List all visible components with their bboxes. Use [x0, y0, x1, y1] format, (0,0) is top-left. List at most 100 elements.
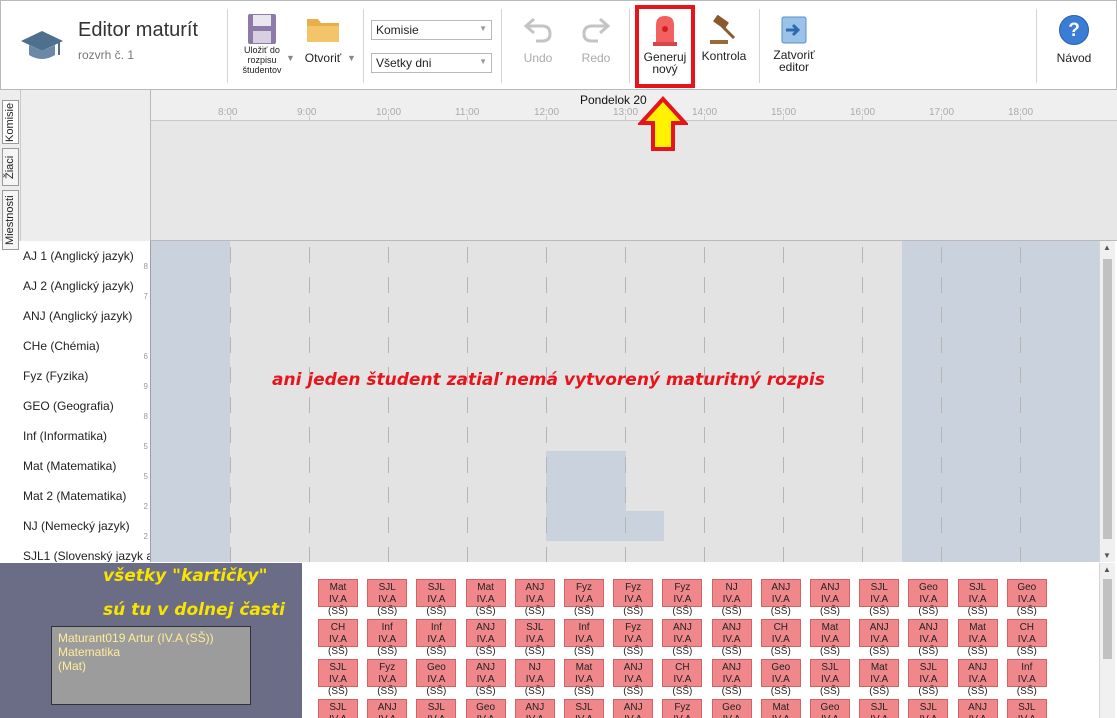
- commission-row[interactable]: Inf (Informatika) 5: [21, 421, 1099, 451]
- exam-card[interactable]: SJLIV.A (SŠ): [810, 659, 850, 697]
- scroll-down-icon[interactable]: ▼: [1103, 551, 1111, 560]
- exam-card[interactable]: ANJIV.A (SŠ): [514, 579, 555, 617]
- commission-row[interactable]: CHe (Chémia) 6: [21, 331, 1099, 361]
- exam-card[interactable]: GeoIV.A (SŠ): [1006, 579, 1047, 617]
- exam-card[interactable]: NJ IV.A (SŠ): [711, 579, 752, 617]
- exam-card[interactable]: CH IV.A (SŠ): [662, 659, 703, 697]
- tab-miestnosti[interactable]: Miestnosti: [2, 190, 19, 250]
- exam-card[interactable]: ANJIV.A (SŠ): [908, 619, 949, 657]
- exam-card[interactable]: MatIV.A (SŠ): [465, 579, 506, 617]
- exam-card[interactable]: ANJIV.A (SŠ): [711, 619, 752, 657]
- time-slots[interactable]: [151, 451, 1099, 481]
- days-select[interactable]: Všetky dni ▼: [371, 53, 492, 73]
- exam-card[interactable]: FyzIV.A (SŠ): [662, 699, 703, 718]
- commission-select[interactable]: Komisie ▼: [371, 20, 492, 40]
- exam-card[interactable]: FyzIV.A (SŠ): [662, 579, 703, 617]
- exam-card[interactable]: SJLIV.A (SŠ): [416, 699, 457, 718]
- cards-scroll-thumb[interactable]: [1103, 579, 1112, 659]
- exam-card[interactable]: Inf IV.A (SŠ): [367, 619, 408, 657]
- exam-card[interactable]: FyzIV.A (SŠ): [613, 579, 654, 617]
- exam-card[interactable]: ANJIV.A (SŠ): [514, 699, 555, 718]
- exam-card[interactable]: SJLIV.A (SŠ): [859, 699, 900, 718]
- exam-card[interactable]: SJLIV.A (SŠ): [416, 579, 457, 617]
- exam-card[interactable]: MatIV.A (SŠ): [564, 659, 604, 697]
- exam-card[interactable]: ANJIV.A (SŠ): [367, 699, 408, 718]
- time-slots[interactable]: [151, 271, 1099, 301]
- exam-card[interactable]: MatIV.A (SŠ): [318, 579, 358, 617]
- time-slots[interactable]: [151, 481, 1099, 511]
- exam-card[interactable]: GeoIV.A (SŠ): [810, 699, 850, 718]
- exam-card[interactable]: GeoIV.A (SŠ): [908, 579, 949, 617]
- open-dropdown-caret[interactable]: ▼: [347, 53, 356, 63]
- redo-button[interactable]: Redo: [575, 15, 617, 65]
- exam-card[interactable]: ANJIV.A (SŠ): [859, 619, 900, 657]
- exam-card[interactable]: MatIV.A (SŠ): [810, 619, 850, 657]
- exam-card[interactable]: MatIV.A (SŠ): [957, 619, 998, 657]
- commission-row[interactable]: AJ 1 (Anglický jazyk) 8: [21, 241, 1099, 271]
- time-slots[interactable]: [151, 541, 1099, 562]
- undo-button[interactable]: Undo: [517, 15, 559, 65]
- exam-card[interactable]: SJLIV.A (SŠ): [1006, 699, 1047, 718]
- scroll-up-icon[interactable]: ▲: [1103, 243, 1111, 252]
- exam-card[interactable]: Inf IV.A (SŠ): [416, 619, 457, 657]
- exam-card[interactable]: ANJIV.A (SŠ): [760, 579, 801, 617]
- exam-card[interactable]: FyzIV.A (SŠ): [613, 619, 654, 657]
- open-button[interactable]: Otvoriť: [301, 15, 345, 65]
- commission-row[interactable]: Mat (Matematika) 5: [21, 451, 1099, 481]
- exam-card[interactable]: SJLIV.A (SŠ): [367, 579, 408, 617]
- exam-card[interactable]: NJ IV.A (SŠ): [514, 659, 555, 697]
- save-dropdown-caret[interactable]: ▼: [286, 53, 295, 63]
- exam-card[interactable]: SJLIV.A (SŠ): [318, 659, 358, 697]
- time-slots[interactable]: [151, 241, 1099, 271]
- close-editor-button[interactable]: Zatvoriť editor: [769, 15, 819, 73]
- commission-row[interactable]: Mat 2 (Matematika) 2: [21, 481, 1099, 511]
- exam-card[interactable]: Inf IV.A (SŠ): [564, 619, 604, 657]
- exam-card[interactable]: CH IV.A (SŠ): [1006, 619, 1047, 657]
- time-slots[interactable]: [151, 331, 1099, 361]
- save-button[interactable]: Uložiť do rozpisu študentov: [237, 13, 287, 75]
- exam-card[interactable]: GeoIV.A (SŠ): [465, 699, 506, 718]
- tab-ziaci[interactable]: Žiaci: [2, 148, 19, 186]
- grid-scroll-thumb[interactable]: [1103, 259, 1112, 539]
- time-slots[interactable]: [151, 511, 1099, 541]
- exam-card[interactable]: ANJIV.A (SŠ): [662, 619, 703, 657]
- exam-card[interactable]: ANJIV.A (SŠ): [810, 579, 850, 617]
- commission-row[interactable]: AJ 2 (Anglický jazyk) 7: [21, 271, 1099, 301]
- exam-card[interactable]: GeoIV.A (SŠ): [760, 659, 801, 697]
- help-button[interactable]: ? Návod: [1051, 15, 1097, 65]
- exam-card[interactable]: ANJIV.A (SŠ): [613, 659, 654, 697]
- exam-card[interactable]: MatIV.A (SŠ): [859, 659, 900, 697]
- scroll-up-icon[interactable]: ▲: [1103, 565, 1111, 574]
- exam-card[interactable]: ANJIV.A (SŠ): [613, 699, 654, 718]
- exam-card[interactable]: SJLIV.A (SŠ): [957, 579, 998, 617]
- cards-scrollbar[interactable]: ▲: [1099, 563, 1115, 718]
- commission-row[interactable]: SJL1 (Slovenský jazyk a literatúra): [21, 541, 1099, 562]
- exam-card[interactable]: MatIV.A (SŠ): [760, 699, 801, 718]
- tab-komisie[interactable]: Komisie: [2, 100, 19, 144]
- time-slots[interactable]: [151, 391, 1099, 421]
- exam-card[interactable]: ANJIV.A (SŠ): [465, 659, 506, 697]
- exam-card[interactable]: ANJIV.A (SŠ): [957, 699, 998, 718]
- exam-card[interactable]: FyzIV.A (SŠ): [367, 659, 408, 697]
- exam-card[interactable]: SJLIV.A (SŠ): [859, 579, 900, 617]
- time-slots[interactable]: [151, 301, 1099, 331]
- exam-card[interactable]: SJLIV.A (SŠ): [514, 619, 555, 657]
- exam-card[interactable]: CH IV.A (SŠ): [318, 619, 358, 657]
- exam-card[interactable]: SJLIV.A (SŠ): [318, 699, 358, 718]
- exam-card[interactable]: CH IV.A (SŠ): [760, 619, 801, 657]
- exam-card[interactable]: Inf IV.A (SŠ): [1006, 659, 1047, 697]
- exam-card[interactable]: SJLIV.A (SŠ): [908, 699, 949, 718]
- exam-card[interactable]: FyzIV.A (SŠ): [564, 579, 604, 617]
- exam-card[interactable]: SJLIV.A (SŠ): [564, 699, 604, 718]
- exam-card[interactable]: ANJIV.A (SŠ): [465, 619, 506, 657]
- exam-card[interactable]: GeoIV.A (SŠ): [416, 659, 457, 697]
- commission-grid[interactable]: SJL1 (Slovenský jazyk a literatúra) NJ (N…: [21, 241, 1099, 562]
- exam-card[interactable]: ANJIV.A (SŠ): [711, 659, 752, 697]
- grid-scrollbar[interactable]: ▲ ▼: [1099, 241, 1115, 562]
- exam-card[interactable]: GeoIV.A (SŠ): [711, 699, 752, 718]
- exam-card[interactable]: ANJIV.A (SŠ): [957, 659, 998, 697]
- exam-card[interactable]: SJLIV.A (SŠ): [908, 659, 949, 697]
- commission-row[interactable]: NJ (Nemecký jazyk) 2: [21, 511, 1099, 541]
- commission-row[interactable]: ANJ (Anglický jazyk): [21, 301, 1099, 331]
- check-button[interactable]: Kontrola: [699, 15, 749, 63]
